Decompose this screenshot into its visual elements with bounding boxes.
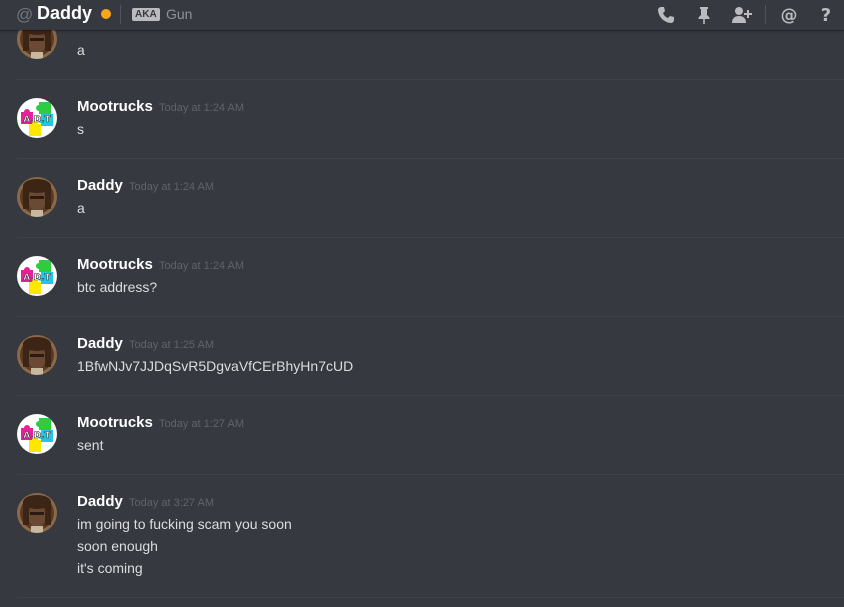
message-text: im going to fucking scam you soon (77, 516, 292, 532)
message-divider (17, 597, 844, 598)
svg-text:?: ? (821, 5, 831, 25)
header-divider (120, 5, 121, 24)
svg-text:A.D.T: A.D.T (23, 431, 51, 441)
message-group: Daddy Today at 1:24 AM a (17, 158, 844, 237)
message-text: it's coming (77, 560, 143, 576)
mootrucks-avatar[interactable]: A.D.T (17, 414, 57, 454)
aka-badge: AKA (132, 8, 160, 21)
help-icon[interactable]: ? (816, 5, 836, 25)
phone-icon[interactable] (656, 5, 676, 25)
svg-text:A.D.T: A.D.T (23, 273, 51, 283)
message-timestamp: Today at 1:24 AM (159, 102, 244, 114)
message-timestamp: Today at 1:24 AM (159, 260, 244, 272)
svg-text:A.D.T: A.D.T (23, 115, 51, 125)
message-author[interactable]: Daddy (77, 177, 123, 194)
message-group: A.D.T Mootrucks Today at 1:24 AM btc addres… (17, 237, 844, 316)
message-timestamp: Today at 1:27 AM (159, 418, 244, 430)
message-group: A.D.T Mootrucks Today at 1:24 AM s (17, 79, 844, 158)
message-list[interactable]: a A.D.T Mootrucks Today at 1:24 AM s Daddy Tod… (0, 30, 844, 607)
message-author[interactable]: Mootrucks (77, 256, 153, 273)
message-text: a (77, 42, 85, 58)
daddy-avatar[interactable] (17, 493, 57, 533)
svg-text:@: @ (781, 6, 798, 26)
message-text: a (77, 200, 85, 216)
message-group: A.D.T Mootrucks Today at 1:27 AM sent (17, 395, 844, 474)
daddy-avatar[interactable] (17, 335, 57, 375)
add-friend-icon[interactable] (731, 5, 752, 25)
channel-header: @ Daddy AKA Gun @ ? (0, 0, 844, 30)
message-timestamp: Today at 1:25 AM (129, 339, 214, 351)
daddy-avatar[interactable] (17, 30, 57, 59)
header-divider (765, 5, 766, 24)
message-timestamp: Today at 1:24 AM (129, 181, 214, 193)
at-symbol: @ (16, 5, 34, 24)
message-author[interactable]: Daddy (77, 335, 123, 352)
message-group: Daddy Today at 3:27 AM im going to fucking… (17, 474, 844, 576)
pin-icon[interactable] (694, 5, 714, 25)
message-text: s (77, 121, 84, 137)
mention-icon[interactable]: @ (779, 5, 799, 26)
mootrucks-avatar[interactable]: A.D.T (17, 256, 57, 296)
message-group: Daddy Today at 1:25 AM 1BfwNJv7JJDqSvR5Dgv… (17, 316, 844, 395)
message-group: a (17, 30, 844, 79)
message-text: btc address? (77, 279, 158, 295)
daddy-avatar[interactable] (17, 177, 57, 217)
user-alias: Gun (166, 6, 193, 22)
dm-username[interactable]: Daddy (37, 3, 92, 24)
message-text: 1BfwNJv7JJDqSvR5DgvaVfCErBhyHn7cUD (77, 358, 354, 374)
idle-status-indicator (101, 9, 111, 19)
message-author[interactable]: Mootrucks (77, 414, 153, 431)
mootrucks-avatar[interactable]: A.D.T (17, 98, 57, 138)
message-text: sent (77, 437, 104, 453)
message-author[interactable]: Daddy (77, 493, 123, 510)
message-author[interactable]: Mootrucks (77, 98, 153, 115)
message-timestamp: Today at 3:27 AM (129, 497, 214, 509)
message-text: soon enough (77, 538, 158, 554)
